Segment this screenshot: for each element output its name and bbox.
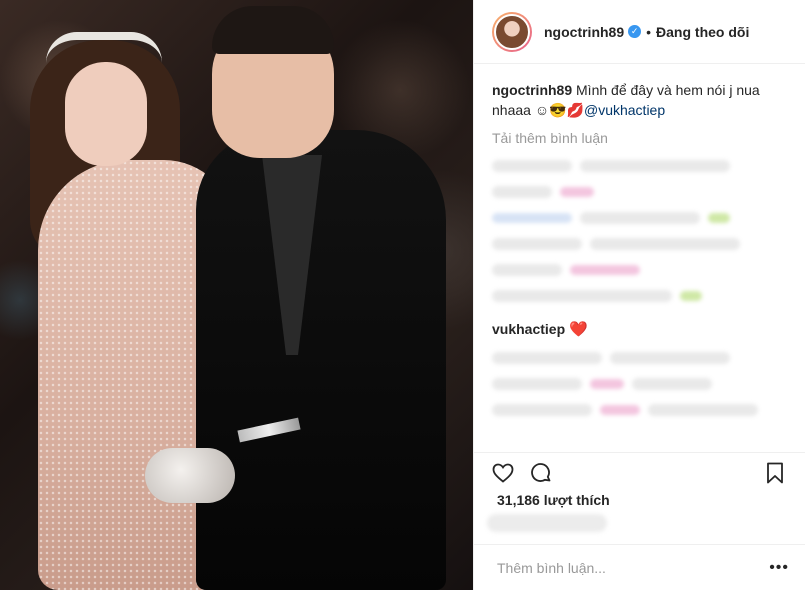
avatar-image xyxy=(494,13,530,50)
photo-woman-face xyxy=(65,62,147,166)
photo-clutch xyxy=(145,448,235,503)
blurred-comment xyxy=(492,212,789,224)
heart-outline-icon[interactable] xyxy=(489,459,517,487)
caption-username[interactable]: ngoctrinh89 xyxy=(492,82,572,98)
photo-tiara xyxy=(46,32,162,68)
bookmark-icon[interactable] xyxy=(761,459,789,487)
blurred-comment xyxy=(492,352,789,364)
comment-reply: vukhactiep ❤️ xyxy=(492,320,789,338)
post-photo[interactable] xyxy=(0,0,473,590)
blurred-comment xyxy=(492,404,789,416)
blurred-comment xyxy=(492,378,789,390)
header-separator: • xyxy=(646,23,652,40)
blurred-comment xyxy=(492,160,789,172)
photo-man-hair xyxy=(212,6,334,54)
post-header: ngoctrinh89 ✓ • Đang theo dõi xyxy=(474,0,805,64)
comments-section: ngoctrinh89 Mình để đây và hem nói j nua… xyxy=(474,64,805,450)
header-username[interactable]: ngoctrinh89 xyxy=(544,24,624,40)
reply-heart-emoji: ❤️ xyxy=(569,321,588,338)
reply-username[interactable]: vukhactiep xyxy=(492,321,565,337)
more-options-icon[interactable]: ••• xyxy=(769,559,789,577)
caption-mention[interactable]: @vukhactiep xyxy=(584,102,665,118)
blurred-comment xyxy=(492,186,789,198)
verified-badge-icon: ✓ xyxy=(628,25,642,38)
post-actions xyxy=(473,452,805,492)
following-button[interactable]: Đang theo dõi xyxy=(656,24,749,40)
add-comment-bar: ••• xyxy=(473,544,805,590)
photo-man-suit xyxy=(196,130,446,590)
comment-bubble-icon[interactable] xyxy=(527,459,555,487)
load-more-comments-link[interactable]: Tải thêm bình luận xyxy=(492,130,789,146)
avatar[interactable] xyxy=(492,11,532,52)
blurred-comment xyxy=(492,290,789,302)
blurred-timestamp xyxy=(487,514,607,532)
like-count[interactable]: 31,186 lượt thích xyxy=(497,492,610,508)
post-caption: ngoctrinh89 Mình để đây và hem nói j nua… xyxy=(492,80,789,120)
blurred-comment xyxy=(492,238,789,250)
comment-input[interactable] xyxy=(497,559,770,576)
blurred-comment xyxy=(492,264,789,276)
